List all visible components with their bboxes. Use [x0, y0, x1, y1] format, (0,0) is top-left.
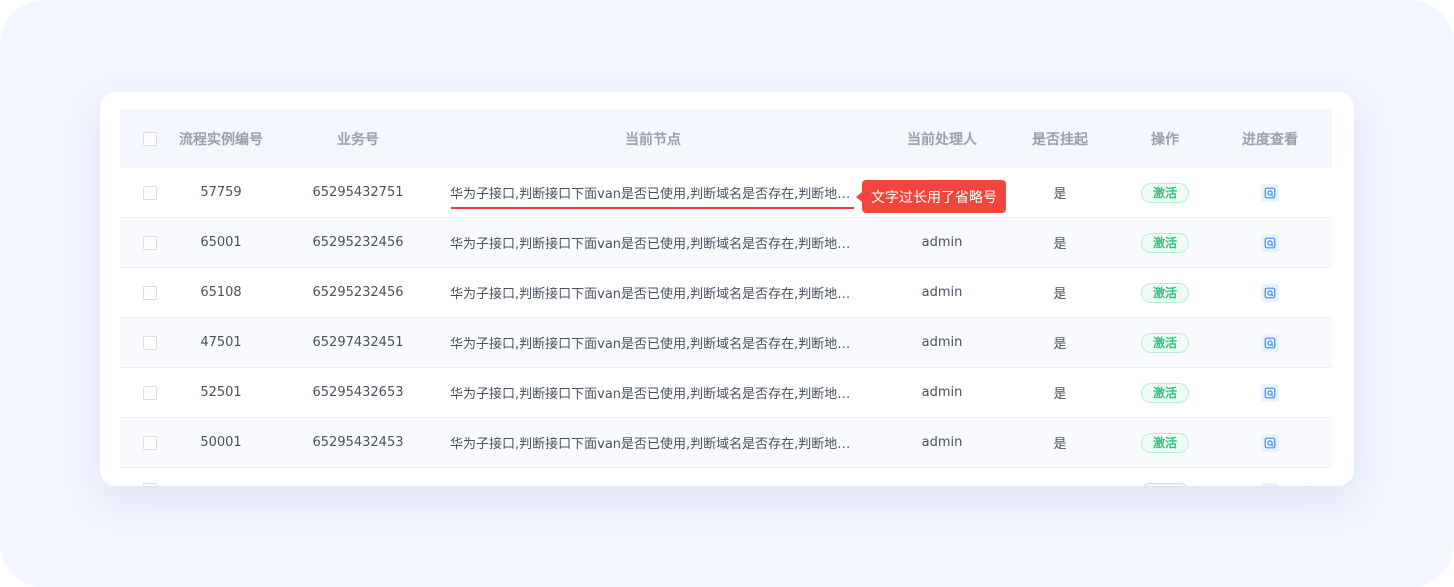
ellipsis-tooltip: 文字过长用了省略号	[856, 180, 1006, 213]
header-handler: 当前处理人	[907, 131, 977, 148]
current-node-cell: 华为子接口,判断接口下面van是否已使用,判断域名是否存在,判断地址...	[450, 418, 856, 467]
instance-id-cell: 52501	[200, 385, 242, 400]
row-checkbox[interactable]	[143, 285, 157, 300]
activate-button[interactable]: 激活	[1140, 332, 1189, 353]
table-row-partial	[120, 468, 1332, 486]
activate-button[interactable]: 激活	[1140, 382, 1189, 403]
table-card: 流程实例编号 业务号 当前节点 当前处理人 是否挂起 操作 进度查看 57759…	[100, 92, 1354, 486]
current-node-cell: 华为子接口,判断接口下面van是否已使用,判断域名是否存在,判断地址...	[450, 168, 856, 217]
business-no-cell: 65295432653	[312, 385, 404, 400]
handler-cell: admin	[921, 335, 963, 350]
header-business-no: 业务号	[337, 131, 379, 148]
search-document-icon[interactable]	[1261, 333, 1279, 352]
current-node-cell: 华为子接口,判断接口下面van是否已使用,判断域名是否存在,判断地址...	[450, 218, 856, 267]
table-row: 52501 65295432653 华为子接口,判断接口下面van是否已使用,判…	[120, 368, 1332, 418]
current-node-cell: 华为子接口,判断接口下面van是否已使用,判断域名是否存在,判断地址...	[450, 268, 856, 317]
handler-cell: admin	[921, 435, 963, 450]
handler-cell: admin	[921, 385, 963, 400]
business-no-cell: 65297432451	[312, 335, 404, 350]
suspended-cell: 是	[1053, 237, 1067, 252]
suspended-cell: 是	[1053, 187, 1067, 202]
search-document-icon[interactable]	[1261, 383, 1279, 402]
current-node-text[interactable]: 华为子接口,判断接口下面van是否已使用,判断域名是否存在,判断地址...	[450, 433, 856, 452]
search-document-icon[interactable]	[1261, 433, 1279, 452]
row-checkbox[interactable]	[143, 235, 157, 250]
suspended-cell: 是	[1053, 337, 1067, 352]
activate-button[interactable]: 激活	[1140, 432, 1189, 453]
suspended-cell: 是	[1053, 387, 1067, 402]
current-node-text[interactable]: 华为子接口,判断接口下面van是否已使用,判断域名是否存在,判断地址...	[450, 233, 856, 252]
instance-id-cell: 65001	[200, 235, 242, 250]
row-checkbox[interactable]	[143, 335, 157, 350]
header-instance-id: 流程实例编号	[179, 131, 263, 148]
row-checkbox[interactable]	[143, 435, 157, 450]
ellipsis-underline	[451, 207, 854, 209]
business-no-cell: 65295232456	[312, 235, 404, 250]
current-node-text[interactable]: 华为子接口,判断接口下面van是否已使用,判断域名是否存在,判断地址...	[450, 333, 856, 352]
table-row: 65001 65295232456 华为子接口,判断接口下面van是否已使用,判…	[120, 218, 1332, 268]
table-header: 流程实例编号 业务号 当前节点 当前处理人 是否挂起 操作 进度查看	[120, 109, 1332, 168]
select-all-cell	[142, 109, 158, 168]
activate-button-partial[interactable]	[1140, 483, 1190, 486]
instance-id-cell: 65108	[200, 285, 242, 300]
business-no-cell: 65295432453	[312, 435, 404, 450]
row-checkbox[interactable]	[143, 385, 157, 400]
search-document-icon[interactable]	[1261, 183, 1279, 202]
instance-id-cell: 47501	[200, 335, 242, 350]
table-row: 57759 65295432751 华为子接口,判断接口下面van是否已使用,判…	[120, 168, 1332, 218]
instance-id-cell: 50001	[200, 435, 242, 450]
process-instance-table: 流程实例编号 业务号 当前节点 当前处理人 是否挂起 操作 进度查看 57759…	[120, 109, 1332, 486]
instance-id-cell: 57759	[200, 185, 242, 200]
search-document-icon[interactable]	[1261, 483, 1279, 486]
table-row: 47501 65297432451 华为子接口,判断接口下面van是否已使用,判…	[120, 318, 1332, 368]
header-progress: 进度查看	[1242, 131, 1298, 148]
activate-button[interactable]: 激活	[1140, 282, 1189, 303]
business-no-cell: 65295432751	[312, 185, 404, 200]
suspended-cell: 是	[1053, 437, 1067, 452]
header-current-node: 当前节点	[625, 131, 681, 148]
current-node-cell: 华为子接口,判断接口下面van是否已使用,判断域名是否存在,判断地址...	[450, 318, 856, 367]
business-no-cell: 65295232456	[312, 285, 404, 300]
row-checkbox[interactable]	[143, 483, 157, 486]
row-checkbox[interactable]	[143, 185, 157, 200]
current-node-cell: 华为子接口,判断接口下面van是否已使用,判断域名是否存在,判断地址...	[450, 368, 856, 417]
suspended-cell: 是	[1053, 287, 1067, 302]
header-suspended: 是否挂起	[1032, 131, 1088, 148]
handler-cell: admin	[921, 285, 963, 300]
table-row: 50001 65295432453 华为子接口,判断接口下面van是否已使用,判…	[120, 418, 1332, 468]
select-all-checkbox[interactable]	[143, 131, 157, 146]
activate-button[interactable]: 激活	[1140, 232, 1189, 253]
activate-button[interactable]: 激活	[1140, 182, 1189, 203]
table-row: 65108 65295232456 华为子接口,判断接口下面van是否已使用,判…	[120, 268, 1332, 318]
current-node-text[interactable]: 华为子接口,判断接口下面van是否已使用,判断域名是否存在,判断地址...	[450, 383, 856, 402]
search-document-icon[interactable]	[1261, 283, 1279, 302]
page-background: 流程实例编号 业务号 当前节点 当前处理人 是否挂起 操作 进度查看 57759…	[0, 0, 1454, 587]
current-node-text[interactable]: 华为子接口,判断接口下面van是否已使用,判断域名是否存在,判断地址...	[450, 283, 856, 302]
current-node-text[interactable]: 华为子接口,判断接口下面van是否已使用,判断域名是否存在,判断地址...	[450, 183, 856, 202]
search-document-icon[interactable]	[1261, 233, 1279, 252]
handler-cell: admin	[921, 235, 963, 250]
header-operation: 操作	[1151, 131, 1179, 148]
